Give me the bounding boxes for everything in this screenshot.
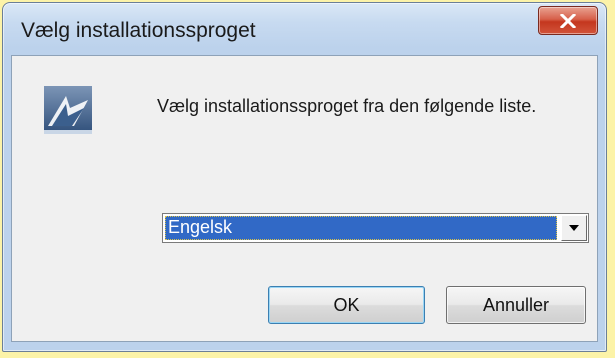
dialog-body: Vælg installationssproget fra den følgen… xyxy=(11,55,598,342)
dropdown-button[interactable] xyxy=(561,215,587,241)
window-title: Vælg installationssproget xyxy=(21,19,256,42)
dropdown-arrow-icon xyxy=(569,225,579,231)
close-button[interactable] xyxy=(538,6,598,35)
installer-app-icon xyxy=(44,86,92,134)
title-bar[interactable]: Vælg installationssproget xyxy=(3,3,606,55)
instruction-text: Vælg installationssproget fra den følgen… xyxy=(157,96,537,116)
cancel-button[interactable]: Annuller xyxy=(446,286,586,324)
dialog-window: Vælg installationssproget Vælg installat… xyxy=(2,2,607,352)
ok-button[interactable]: OK xyxy=(268,286,425,324)
language-select-value: Engelsk xyxy=(165,216,557,240)
close-x-icon xyxy=(560,13,576,28)
language-select[interactable]: Engelsk xyxy=(162,213,589,243)
